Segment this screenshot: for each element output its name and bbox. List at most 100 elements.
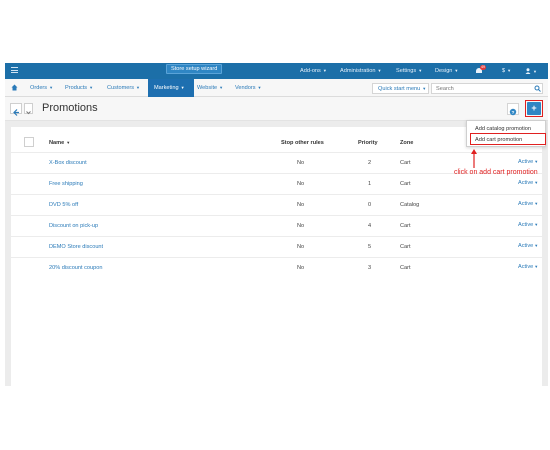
- administration-menu[interactable]: Administration ▼: [340, 68, 381, 74]
- status-label: Active: [518, 264, 534, 270]
- currency-menu[interactable]: $ ▼: [502, 68, 511, 74]
- chevron-down-icon: ▼: [136, 85, 141, 90]
- table-row: Discount on pick-up No 4 Cart Active▼: [11, 215, 542, 236]
- add-promotion-button[interactable]: +: [525, 100, 543, 117]
- chevron-down-icon: ▼: [534, 222, 539, 227]
- promotion-name-link[interactable]: X-Box discount: [49, 160, 87, 166]
- nav-vendors-label: Vendors: [235, 85, 256, 91]
- stop-other-rules-value: No: [297, 244, 305, 250]
- promotion-name-link[interactable]: 20% discount coupon: [49, 265, 103, 271]
- nav-website-label: Website: [197, 85, 218, 91]
- design-menu[interactable]: Design ▼: [435, 68, 458, 74]
- plus-icon: +: [527, 102, 541, 115]
- sort-icon: ▼: [66, 140, 71, 145]
- user-menu[interactable]: ▼: [525, 68, 537, 75]
- settings-label: Settings: [396, 68, 417, 74]
- back-button[interactable]: [10, 103, 22, 116]
- column-header-zone: Zone: [400, 140, 414, 146]
- addons-label: Add-ons: [300, 68, 321, 74]
- nav-orders-label: Orders: [30, 85, 48, 91]
- chevron-down-icon: ▼: [422, 86, 427, 91]
- app-window: Store setup wizard Add-ons ▼ Administrati…: [5, 63, 548, 386]
- chevron-down-icon: ▼: [418, 68, 423, 73]
- store-setup-wizard-button[interactable]: Store setup wizard: [166, 64, 223, 74]
- status-dropdown[interactable]: Active▼: [518, 201, 538, 207]
- help-icon: ?: [509, 108, 517, 116]
- svg-text:?: ?: [512, 110, 515, 116]
- priority-value: 5: [368, 244, 372, 250]
- promotion-name-link[interactable]: DEMO Store discount: [49, 244, 103, 250]
- addons-menu[interactable]: Add-ons ▼: [300, 68, 327, 74]
- search-icon[interactable]: [534, 85, 541, 92]
- annotation-note: click on add cart promotion: [454, 169, 538, 176]
- chevron-down-icon: ▼: [534, 243, 539, 248]
- status-label: Active: [518, 159, 534, 165]
- zone-value: Catalog: [400, 202, 420, 208]
- priority-value: 4: [368, 223, 372, 229]
- nav-products-label: Products: [65, 85, 88, 91]
- zone-value: Cart: [400, 244, 411, 250]
- administration-label: Administration: [340, 68, 376, 74]
- table-row: DEMO Store discount No 5 Cart Active▼: [11, 236, 542, 257]
- menu-icon[interactable]: [11, 67, 18, 74]
- nav-vendors[interactable]: Vendors ▼: [235, 85, 262, 91]
- settings-menu[interactable]: Settings ▼: [396, 68, 422, 74]
- help-button[interactable]: ?: [507, 103, 519, 116]
- column-header-name-label: Name: [49, 140, 65, 146]
- nav-products[interactable]: Products ▼: [65, 85, 93, 91]
- status-dropdown[interactable]: Active▼: [518, 243, 538, 249]
- status-dropdown[interactable]: Active▼: [518, 159, 538, 165]
- nav-customers[interactable]: Customers ▼: [107, 85, 140, 91]
- search-input[interactable]: [431, 83, 543, 94]
- promotion-name-link[interactable]: Free shipping: [49, 181, 83, 187]
- add-catalog-promotion-item[interactable]: Add catalog promotion: [475, 126, 531, 132]
- status-dropdown[interactable]: Active▼: [518, 180, 538, 186]
- notifications-icon[interactable]: 49: [475, 65, 486, 75]
- arrow-up-icon: [471, 149, 477, 168]
- chevron-down-icon: ▼: [219, 85, 224, 90]
- stop-other-rules-value: No: [297, 265, 305, 271]
- zone-value: Cart: [400, 265, 411, 271]
- column-header-name[interactable]: Name ▼: [49, 140, 70, 146]
- status-label: Active: [518, 243, 534, 249]
- status-label: Active: [518, 180, 534, 186]
- user-icon: [525, 68, 531, 74]
- nav-marketing[interactable]: Marketing ▼: [148, 79, 194, 97]
- main-nav: Orders ▼ Products ▼ Customers ▼ Marketing ▼ …: [5, 79, 548, 97]
- zone-value: Cart: [400, 223, 411, 229]
- history-dropdown-button[interactable]: [24, 103, 33, 115]
- nav-customers-label: Customers: [107, 85, 135, 91]
- nav-orders[interactable]: Orders ▼: [30, 85, 53, 91]
- chevron-down-icon: ▼: [534, 201, 539, 206]
- chevron-down-icon: ▼: [534, 264, 539, 269]
- status-dropdown[interactable]: Active▼: [518, 222, 538, 228]
- currency-label: $: [502, 68, 506, 74]
- table-row: Free shipping No 1 Cart Active▼: [11, 173, 542, 194]
- promotion-name-link[interactable]: Discount on pick-up: [49, 223, 98, 229]
- home-icon[interactable]: [11, 84, 18, 91]
- top-bar: Store setup wizard Add-ons ▼ Administrati…: [5, 63, 548, 79]
- nav-website[interactable]: Website ▼: [197, 85, 223, 91]
- promotions-table: Name ▼ Stop other rules Priority Zone X-B…: [11, 127, 542, 386]
- chevron-down-icon: ▼: [257, 85, 262, 90]
- quick-start-menu[interactable]: Quick start menu ▼: [372, 83, 429, 94]
- arrow-left-icon: [13, 109, 19, 116]
- notifications-badge: 49: [480, 65, 486, 70]
- chevron-down-icon: ▼: [534, 159, 539, 164]
- stop-other-rules-value: No: [297, 160, 305, 166]
- chevron-down-icon: ▼: [377, 68, 382, 73]
- stop-other-rules-value: No: [297, 181, 305, 187]
- chevron-down-icon: ▼: [49, 85, 54, 90]
- zone-value: Cart: [400, 160, 411, 166]
- status-dropdown[interactable]: Active▼: [518, 264, 538, 270]
- select-all-checkbox[interactable]: [24, 137, 34, 147]
- promotion-name-link[interactable]: DVD 5% off: [49, 202, 78, 208]
- chevron-down-icon: ▼: [89, 85, 94, 90]
- stop-other-rules-value: No: [297, 202, 305, 208]
- chevron-down-icon: ▼: [180, 85, 185, 90]
- status-label: Active: [518, 201, 534, 207]
- column-header-priority: Priority: [358, 140, 378, 146]
- design-label: Design: [435, 68, 453, 74]
- chevron-down-icon: ▼: [454, 68, 459, 73]
- chevron-down-icon: ▼: [534, 180, 539, 185]
